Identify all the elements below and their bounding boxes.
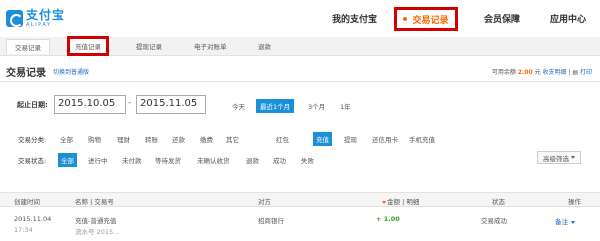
chevron-down-icon <box>571 220 575 224</box>
nav-app-center[interactable]: 应用中心 <box>550 12 586 25</box>
nav-member-protection[interactable]: 会员保障 <box>484 12 520 25</box>
row-serial: 流水号 2015... <box>75 228 120 236</box>
end-date-input[interactable]: 2015.11.05 <box>136 95 206 114</box>
date-range-label: 起止日期: <box>17 101 48 109</box>
switch-version-link[interactable]: 切换到普通版 <box>53 67 89 76</box>
category-finance[interactable]: 理财 <box>117 134 130 144</box>
range-1-year[interactable]: 1年 <box>340 101 351 111</box>
date-separator: - <box>128 98 132 108</box>
row-remark-label: 备注 <box>555 218 568 226</box>
status-failed[interactable]: 失败 <box>301 155 314 165</box>
range-last-month[interactable]: 最近1个月 <box>256 99 295 113</box>
nav-transactions[interactable]: 交易记录 <box>394 7 458 31</box>
category-all[interactable]: 全部 <box>60 134 73 144</box>
row-time: 17:34 <box>14 226 33 234</box>
status-label: 交易状态: <box>18 157 47 165</box>
category-shopping[interactable]: 购物 <box>88 134 101 144</box>
statement-link[interactable]: 收支明细 <box>543 69 567 76</box>
row-status: 交易成功 <box>481 217 507 225</box>
col-name: 名称 | 交易号 <box>75 198 114 206</box>
chevron-down-icon <box>571 156 575 159</box>
category-other[interactable]: 其它 <box>226 134 239 144</box>
col-amount-label: 金额 | 明细 <box>387 198 420 206</box>
table-header: 创建时间 名称 | 交易号 对方 金额 | 明细 状态 操作 <box>0 192 600 207</box>
active-dot-icon <box>403 17 408 21</box>
col-created: 创建时间 <box>14 198 40 206</box>
start-date-input[interactable]: 2015.10.05 <box>54 95 126 114</box>
category-withdraw[interactable]: 提现 <box>344 134 357 144</box>
status-all[interactable]: 全部 <box>58 153 77 167</box>
col-status: 状态 <box>492 198 505 206</box>
row-remark-button[interactable]: 备注 <box>555 216 575 226</box>
tab-recharge[interactable]: 充值记录 <box>67 36 109 56</box>
tab-e-statement[interactable]: 电子对账单 <box>194 41 227 51</box>
tab-withdrawals[interactable]: 提现记录 <box>136 41 162 51</box>
nav-my-alipay[interactable]: 我的支付宝 <box>332 12 377 25</box>
balance-info: 可用余额 2.00 元 收支明细 | ▤ 打印 <box>492 67 592 76</box>
row-party: 招商银行 <box>258 217 284 225</box>
range-today[interactable]: 今天 <box>232 101 245 111</box>
advanced-filter-button[interactable]: 高级筛选 <box>537 151 581 164</box>
title-divider <box>0 81 600 82</box>
alipay-logo[interactable]: 支付宝 ALIPAY <box>6 6 65 30</box>
print-icon[interactable]: ▤ <box>572 69 578 76</box>
row-amount: + 1.00 <box>376 215 400 223</box>
divider: | <box>568 69 571 76</box>
category-transfer[interactable]: 转账 <box>145 134 158 144</box>
category-recharge[interactable]: 充值 <box>313 132 332 146</box>
status-awaiting-shipment[interactable]: 等待发货 <box>155 155 181 165</box>
row-date: 2015.11.04 <box>14 215 52 223</box>
category-label: 交易分类: <box>18 136 47 144</box>
logo-english-text: ALIPAY <box>26 21 52 28</box>
status-in-progress[interactable]: 进行中 <box>88 155 108 165</box>
category-credit-card[interactable]: 还信用卡 <box>372 134 398 144</box>
category-repayment[interactable]: 还款 <box>172 134 185 144</box>
alipay-logo-icon <box>6 9 23 27</box>
category-bills[interactable]: 缴费 <box>200 134 213 144</box>
balance-amount: 2.00 <box>517 69 533 76</box>
category-mobile-topup[interactable]: 手机充值 <box>409 134 435 144</box>
page-title: 交易记录 <box>6 68 46 79</box>
balance-unit: 元 <box>534 69 541 76</box>
status-awaiting-receipt[interactable]: 未确认收货 <box>197 155 230 165</box>
category-red-envelope[interactable]: 红包 <box>276 134 289 144</box>
row-name[interactable]: 充值-普通充值 <box>75 215 116 225</box>
sort-icon <box>382 200 386 204</box>
col-amount[interactable]: 金额 | 明细 <box>381 196 419 206</box>
balance-label: 可用余额 <box>491 69 516 76</box>
range-3-months[interactable]: 3个月 <box>308 101 325 111</box>
advanced-filter-label: 高级筛选 <box>543 154 569 163</box>
status-unpaid[interactable]: 未付款 <box>122 155 142 165</box>
tab-refunds[interactable]: 退款 <box>258 41 271 51</box>
top-header: 支付宝 ALIPAY 我的支付宝 交易记录 会员保障 应用中心 <box>0 0 600 37</box>
nav-transactions-label: 交易记录 <box>412 15 449 26</box>
logo-chinese-text: 支付宝 <box>26 7 66 22</box>
col-party: 对方 <box>258 198 271 206</box>
col-action: 操作 <box>568 198 581 206</box>
print-link[interactable]: 打印 <box>580 69 592 76</box>
status-refund[interactable]: 退款 <box>246 155 259 165</box>
tab-transactions[interactable]: 交易记录 <box>6 39 50 54</box>
status-success[interactable]: 成功 <box>273 155 286 165</box>
